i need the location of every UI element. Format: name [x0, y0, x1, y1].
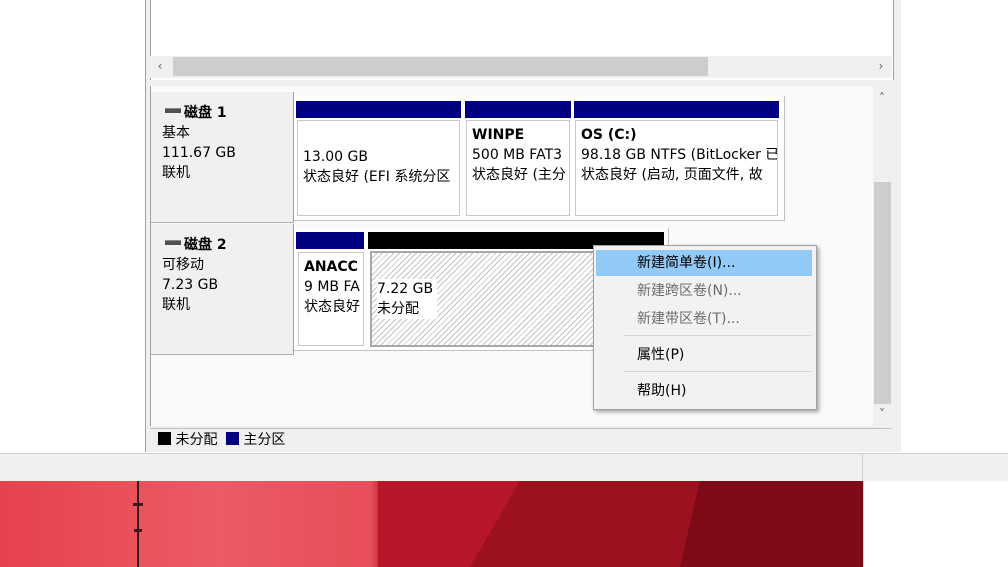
scroll-left-icon[interactable]: ‹	[152, 56, 168, 76]
scroll-right-icon[interactable]: ›	[873, 56, 889, 76]
menu-item-new-simple-volume[interactable]: 新建简单卷(I)...	[596, 250, 812, 276]
disk-1-partition-os[interactable]: OS (C:) 98.18 GB NTFS (BitLocker 已 状态良好 …	[575, 120, 778, 216]
disk-drive-icon	[165, 240, 181, 245]
desktop-wallpaper	[0, 481, 863, 567]
unallocated-swatch	[158, 432, 171, 445]
partition-label: WINPE	[472, 127, 525, 143]
primary-partition-swatch	[225, 432, 239, 445]
legend-unallocated: 未分配	[175, 432, 218, 448]
partition-status: 未分配	[377, 301, 419, 317]
scroll-down-icon[interactable]: ˅	[874, 404, 890, 424]
partition-status: 状态良好 (EFI 系统分区	[303, 169, 451, 185]
disk-1-status: 联机	[162, 165, 190, 181]
status-bar-divider	[862, 453, 863, 481]
legend-bar: 未分配 主分区	[150, 428, 892, 451]
disk-1-name: 磁盘 1	[184, 105, 227, 121]
partition-size: 98.18 GB NTFS (BitLocker 已	[581, 147, 777, 163]
wallpaper-image	[0, 481, 863, 567]
vertical-scrollbar-thumb[interactable]	[874, 182, 891, 404]
partition-size: 7.22 GB	[377, 281, 434, 297]
partition-status: 状态良好 (启动, 页面文件, 故	[581, 167, 763, 183]
menu-item-new-striped-volume[interactable]: 新建带区卷(T)...	[596, 306, 812, 332]
partition-status: 状态良好	[304, 299, 360, 315]
partition-header-primary	[574, 101, 779, 118]
disk-2-type: 可移动	[162, 257, 204, 273]
disk-2-partition-anacc[interactable]: ANACC 9 MB FA 状态良好	[298, 252, 364, 346]
partition-size: 13.00 GB	[303, 149, 368, 165]
status-bar	[0, 453, 1008, 482]
partition-label: OS (C:)	[581, 127, 637, 143]
disk-2-size: 7.23 GB	[162, 277, 219, 293]
disk-2-status: 联机	[162, 297, 190, 313]
horizontal-scrollbar-thumb[interactable]	[173, 57, 708, 76]
disk-1-type: 基本	[162, 125, 190, 141]
partition-header-primary	[296, 101, 461, 118]
disk-drive-icon	[165, 108, 181, 113]
menu-item-help[interactable]: 帮助(H)	[596, 378, 812, 404]
disk-2-name: 磁盘 2	[184, 237, 227, 253]
menu-item-new-spanned-volume[interactable]: 新建跨区卷(N)...	[596, 278, 812, 304]
disk-1-size: 111.67 GB	[162, 145, 236, 161]
partition-size: 9 MB FA	[304, 279, 360, 295]
partition-status: 状态良好 (主分	[472, 167, 566, 183]
desktop-blank-area	[863, 481, 1008, 567]
context-menu: 新建简单卷(I)... 新建跨区卷(N)... 新建带区卷(T)... 属性(P…	[593, 245, 817, 410]
menu-separator	[624, 335, 812, 336]
menu-separator	[624, 371, 812, 372]
disk-1-partition-winpe[interactable]: WINPE 500 MB FAT3 状态良好 (主分	[466, 120, 570, 216]
disk-1-partition-efi[interactable]: 13.00 GB 状态良好 (EFI 系统分区	[297, 120, 460, 216]
menu-item-properties[interactable]: 属性(P)	[596, 342, 812, 368]
legend-primary: 主分区	[243, 432, 286, 448]
partition-label: ANACC	[304, 259, 358, 275]
scroll-up-icon[interactable]: ˄	[874, 88, 890, 108]
partition-header-primary	[465, 101, 571, 118]
partition-header-primary	[296, 232, 364, 249]
partition-size: 500 MB FAT3	[472, 147, 563, 163]
